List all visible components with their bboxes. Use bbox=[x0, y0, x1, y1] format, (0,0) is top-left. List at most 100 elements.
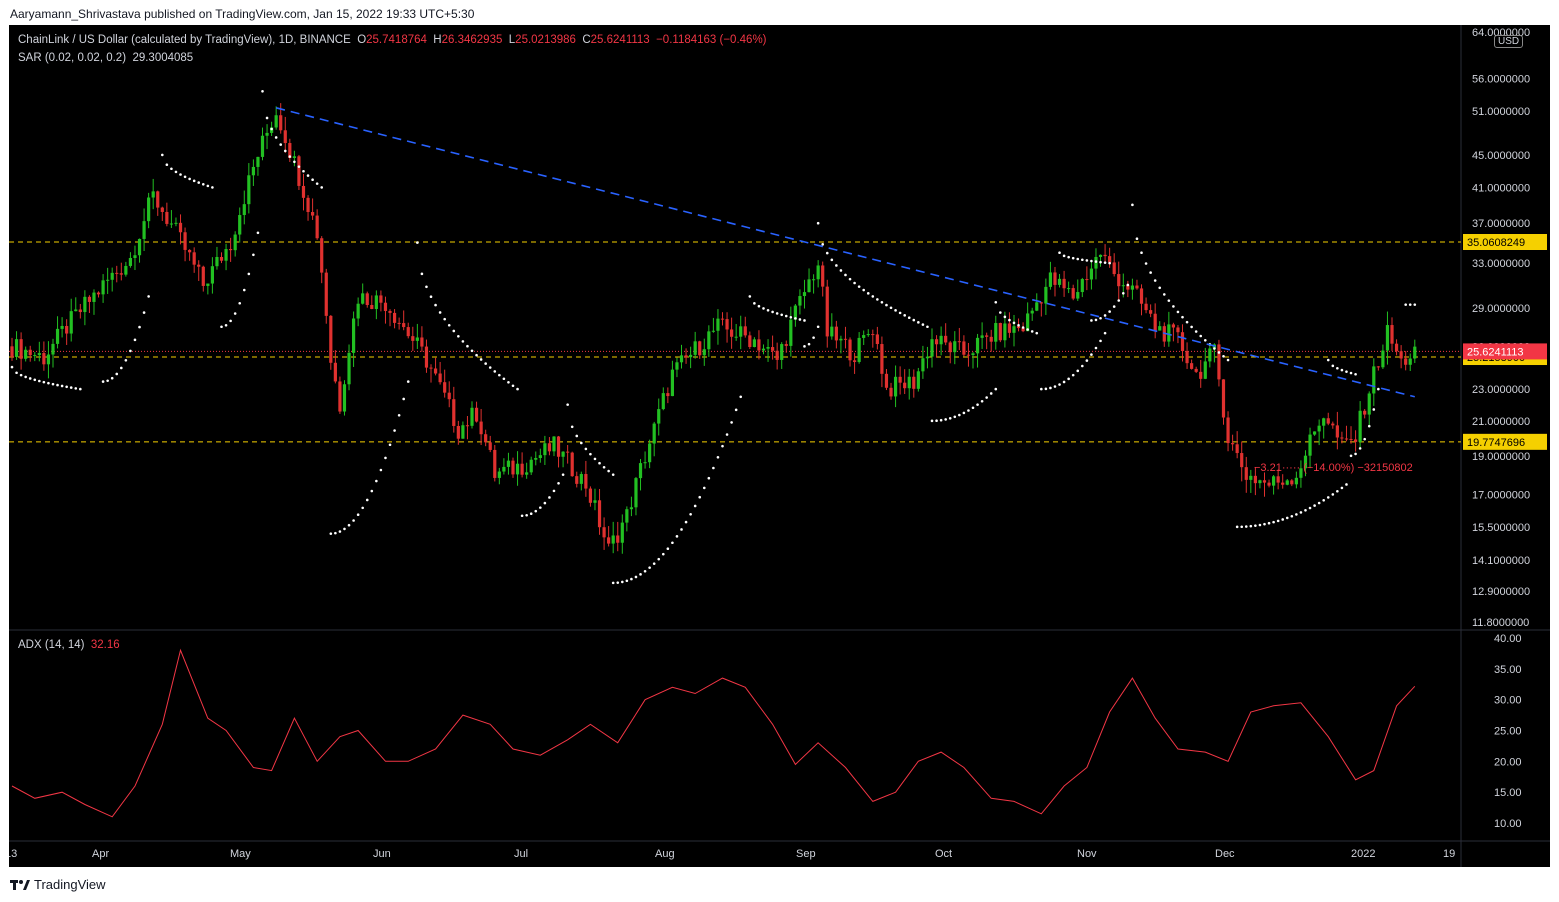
sar-dot bbox=[356, 513, 360, 517]
candle-body bbox=[821, 265, 825, 287]
adx-series bbox=[11, 648, 1416, 818]
sar-dot bbox=[60, 384, 64, 388]
sar-dot bbox=[1099, 339, 1102, 343]
candle-body bbox=[912, 376, 916, 389]
sar-dot bbox=[889, 306, 893, 310]
candle-body bbox=[106, 279, 110, 281]
sar-dot bbox=[1062, 380, 1066, 384]
sar-dot bbox=[1254, 524, 1257, 527]
sar-dot bbox=[730, 421, 733, 424]
sar-dot bbox=[643, 569, 647, 573]
legend-adx: ADX (14, 14) 32.16 bbox=[18, 639, 120, 651]
sar-dot bbox=[1012, 321, 1016, 325]
sar-dot bbox=[174, 170, 178, 174]
sar-dot bbox=[611, 473, 615, 476]
footer: TradingView bbox=[10, 877, 106, 892]
sar-dot bbox=[903, 314, 906, 317]
sar-dot bbox=[397, 413, 401, 417]
candle-body bbox=[525, 472, 529, 475]
time-tick-label: Apr bbox=[92, 848, 109, 860]
sar-dot bbox=[857, 285, 861, 288]
chart-frame: −3.21····· (−14.00%) −32150802 64.000000… bbox=[9, 25, 1550, 867]
adx-value: 32.16 bbox=[90, 639, 120, 651]
candle-body bbox=[816, 265, 820, 280]
sar-dot bbox=[721, 444, 724, 448]
adx-tick-label: 10.00 bbox=[1494, 818, 1522, 830]
candle-body bbox=[1399, 351, 1403, 359]
candle-body bbox=[1007, 323, 1012, 333]
sar-dot bbox=[666, 547, 670, 550]
candle-body bbox=[852, 360, 857, 362]
candle-body bbox=[734, 336, 738, 338]
sar-dot bbox=[1121, 291, 1125, 295]
price-tick-label: 23.0000000 bbox=[1472, 384, 1530, 396]
candle-body bbox=[811, 279, 816, 281]
candle-body bbox=[780, 344, 784, 360]
candle-body bbox=[771, 347, 775, 351]
sar-dot bbox=[47, 381, 50, 385]
publisher-line: Aaryamann_Shrivastava published on Tradi… bbox=[10, 7, 475, 21]
candle-body bbox=[292, 156, 296, 158]
level-badge: 19.7747696 bbox=[1467, 437, 1525, 449]
candle-body bbox=[1203, 361, 1207, 379]
sar-dot bbox=[1194, 330, 1198, 333]
sar-dot bbox=[1099, 260, 1102, 264]
candle-body bbox=[229, 249, 233, 251]
sar-dot bbox=[42, 380, 46, 384]
price-tick-label: 33.0000000 bbox=[1472, 258, 1530, 270]
candle-body bbox=[24, 349, 28, 359]
sar-dot bbox=[1326, 496, 1330, 499]
candle-body bbox=[1080, 279, 1084, 293]
candle-body bbox=[930, 339, 934, 357]
candle-body bbox=[1385, 325, 1390, 351]
sar-dot bbox=[876, 298, 879, 301]
candle-body bbox=[884, 373, 889, 388]
candle-body bbox=[1235, 444, 1239, 454]
sar-dot bbox=[816, 325, 820, 329]
candle-body bbox=[566, 451, 570, 453]
sar-dot bbox=[575, 434, 579, 438]
sar-dot bbox=[971, 406, 975, 410]
sar-dot bbox=[1413, 303, 1417, 306]
candle-body bbox=[625, 509, 629, 523]
candle-body bbox=[962, 341, 966, 355]
candle-body bbox=[169, 223, 174, 225]
candle-body bbox=[916, 371, 920, 389]
sar-dot bbox=[484, 362, 487, 365]
candle-body bbox=[1331, 423, 1335, 426]
candle-body bbox=[215, 256, 219, 267]
sar-dot bbox=[1058, 383, 1061, 386]
sar-dot bbox=[712, 466, 715, 470]
currency-badge[interactable]: USD bbox=[1494, 35, 1524, 48]
sar-dot bbox=[10, 365, 14, 369]
candle-body bbox=[971, 353, 975, 355]
sar-dot bbox=[133, 338, 137, 342]
legend-change: −0.1184163 (−0.46%) bbox=[656, 34, 767, 46]
sar-dot bbox=[1035, 331, 1039, 335]
candle-body bbox=[761, 348, 766, 351]
sar-dot bbox=[365, 498, 369, 502]
candle-body bbox=[1130, 285, 1135, 290]
sar-dot bbox=[334, 531, 337, 535]
candle-body bbox=[730, 329, 734, 337]
sar-dot bbox=[1295, 513, 1298, 516]
candle-body bbox=[784, 344, 788, 346]
sar-dot bbox=[1090, 259, 1093, 263]
sar-dot bbox=[1053, 385, 1057, 388]
sar-dot bbox=[548, 496, 551, 499]
time-tick-label: Aug bbox=[655, 848, 675, 860]
candle-body bbox=[985, 335, 989, 337]
sar-dot bbox=[252, 253, 255, 257]
candle-body bbox=[1376, 366, 1380, 368]
time-tick-label: 13 bbox=[9, 848, 17, 860]
candle-body bbox=[611, 535, 615, 544]
sar-dot bbox=[1062, 254, 1066, 258]
sar-dot bbox=[702, 486, 706, 490]
sar-dot bbox=[1258, 523, 1262, 527]
candle-body bbox=[775, 350, 779, 360]
candle-body bbox=[679, 355, 684, 363]
sar-dot bbox=[962, 411, 966, 415]
sar-dot bbox=[716, 456, 720, 459]
candle-body bbox=[757, 339, 761, 351]
sar-dot bbox=[338, 530, 342, 533]
